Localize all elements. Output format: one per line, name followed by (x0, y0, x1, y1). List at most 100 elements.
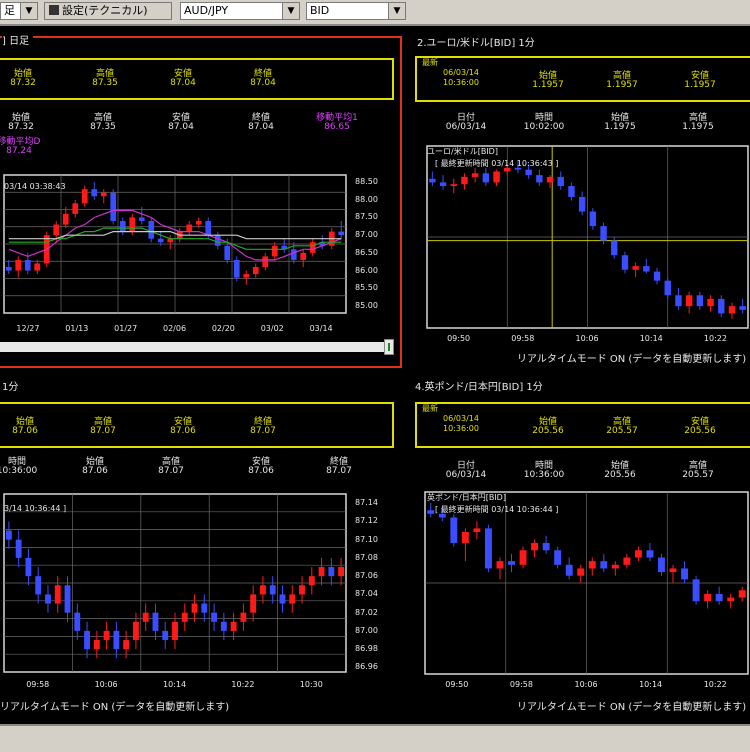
quote-value: 1.1957 (684, 80, 716, 90)
period-select-value: 足 (4, 4, 15, 17)
chart-info: 3/14 10:36:44 ] (4, 504, 67, 513)
candle-body (718, 298, 725, 314)
quote-value: 87.35 (92, 78, 118, 88)
chart-panel-1[interactable]: ] 日足 始値 高値 安値 終値 87.32 87.35 87.04 87.04… (0, 26, 405, 370)
candlestick-chart[interactable] (423, 490, 750, 676)
candle-body (110, 192, 117, 221)
scrollbar-thumb[interactable] (384, 339, 394, 355)
y-tick-label: 88.00 (355, 194, 378, 204)
quote-value: 87.07 (90, 426, 116, 436)
chart-scrollbar[interactable] (0, 342, 388, 352)
x-tick-label: 10:14 (639, 680, 663, 689)
candle-body (162, 630, 169, 641)
candle-body (289, 594, 296, 604)
x-tick-label: 10:22 (231, 680, 255, 689)
candle-body (220, 621, 227, 631)
candle-body (525, 169, 532, 176)
y-tick-label: 86.96 (355, 662, 378, 672)
settings-button-label: 設定(テクニカル) (62, 4, 148, 17)
settings-button[interactable]: 設定(テクニカル) (44, 2, 172, 20)
candle-body (692, 579, 700, 602)
quote-value: 87.04 (250, 78, 276, 88)
x-tick-label: 12/27 (16, 324, 40, 333)
candle-body (240, 612, 247, 622)
candle-body (632, 266, 639, 270)
grip-icon (388, 343, 390, 351)
candle-body (450, 517, 458, 543)
candle-body (685, 295, 693, 307)
status-bar (0, 724, 750, 752)
chevron-down-icon[interactable]: ▼ (20, 3, 37, 19)
y-tick-label: 87.14 (355, 498, 378, 508)
candlestick-chart[interactable] (0, 171, 352, 319)
chart-panel-2[interactable]: 2.ユーロ/米ドル[BID] 1分 最新 06/03/14 10:36:00 始… (405, 26, 750, 370)
candle-body (554, 550, 562, 565)
candle-body (74, 612, 81, 631)
candle-body (653, 271, 661, 281)
candle-body (205, 221, 212, 236)
x-tick-label: 10:22 (703, 680, 727, 689)
row-value: 10:36:00 (0, 466, 38, 476)
candle-body (318, 567, 325, 577)
row-value: 205.57 (682, 470, 714, 480)
candle-body (557, 176, 564, 187)
candle-body (707, 298, 714, 307)
chart-panel-3[interactable]: 1分 始値 高値 安値 終値 87.06 87.07 87.06 87.07 時… (0, 370, 405, 724)
quote-value: 87.32 (10, 78, 36, 88)
y-tick-label: 86.00 (355, 265, 378, 275)
candle-body (279, 594, 286, 604)
candle-body (482, 173, 490, 183)
x-tick-label: 02/20 (211, 324, 235, 333)
y-tick-label: 86.98 (355, 644, 378, 654)
currency-pair-select[interactable]: AUD/JPY ▼ (180, 2, 300, 20)
candle-body (546, 176, 554, 183)
candle-body (113, 630, 120, 650)
x-tick-label: 10:06 (574, 680, 598, 689)
candle-body (262, 256, 269, 267)
candle-body (100, 192, 107, 197)
row-value: 87.06 (82, 466, 108, 476)
quote-box: 最新 06/03/14 10:36:00 始値 高値 安値 1.1957 1.1… (415, 56, 750, 102)
x-tick-label: 09:50 (447, 334, 471, 343)
candle-body (696, 295, 704, 307)
price-type-value: BID (310, 4, 330, 17)
candle-body (132, 621, 139, 641)
candle-body (588, 561, 596, 569)
chevron-down-icon[interactable]: ▼ (388, 3, 405, 19)
chevron-down-icon[interactable]: ▼ (282, 3, 299, 19)
candle-body (290, 249, 297, 260)
candle-body (91, 189, 98, 197)
x-tick-label: 10:14 (639, 334, 663, 343)
candle-body (308, 576, 315, 586)
toolbar: 足 ▼ 設定(テクニカル) AUD/JPY ▼ BID ▼ (0, 0, 750, 26)
candle-body (634, 550, 642, 558)
candle-body (15, 259, 22, 271)
candle-body (658, 557, 665, 573)
candlestick-chart[interactable] (0, 490, 352, 676)
candle-body (473, 528, 481, 533)
candle-body (211, 612, 218, 622)
chart-info: [ 最終更新時間 03/14 10:36:43 ] (435, 159, 559, 168)
y-tick-label: 87.08 (355, 552, 378, 562)
candle-body (727, 597, 735, 602)
panel-title: 1分 (2, 382, 19, 393)
row-value: 10:02:00 (523, 122, 565, 132)
candle-body (309, 242, 316, 253)
chart-panel-4[interactable]: 4.英ポンド/日本円[BID] 1分 最新 06/03/14 10:36:00 … (405, 370, 750, 724)
y-tick-label: 87.10 (355, 534, 378, 544)
realtime-status: リアルタイムモード ON (データを自動更新します) (517, 702, 747, 713)
candle-body (568, 186, 575, 197)
candle-body (623, 557, 631, 565)
candle-body (181, 612, 188, 622)
candle-body (243, 274, 250, 278)
candle-body (338, 567, 345, 577)
candle-body (93, 640, 100, 650)
candle-body (728, 306, 736, 314)
candle-body (328, 567, 335, 577)
quote-value: 205.56 (684, 426, 716, 436)
price-type-select[interactable]: BID ▼ (306, 2, 406, 20)
panel-title: 4.英ポンド/日本円[BID] 1分 (415, 382, 543, 393)
period-select[interactable]: 足 ▼ (0, 2, 38, 20)
candle-body (611, 240, 618, 256)
candlestick-chart[interactable] (425, 144, 750, 330)
